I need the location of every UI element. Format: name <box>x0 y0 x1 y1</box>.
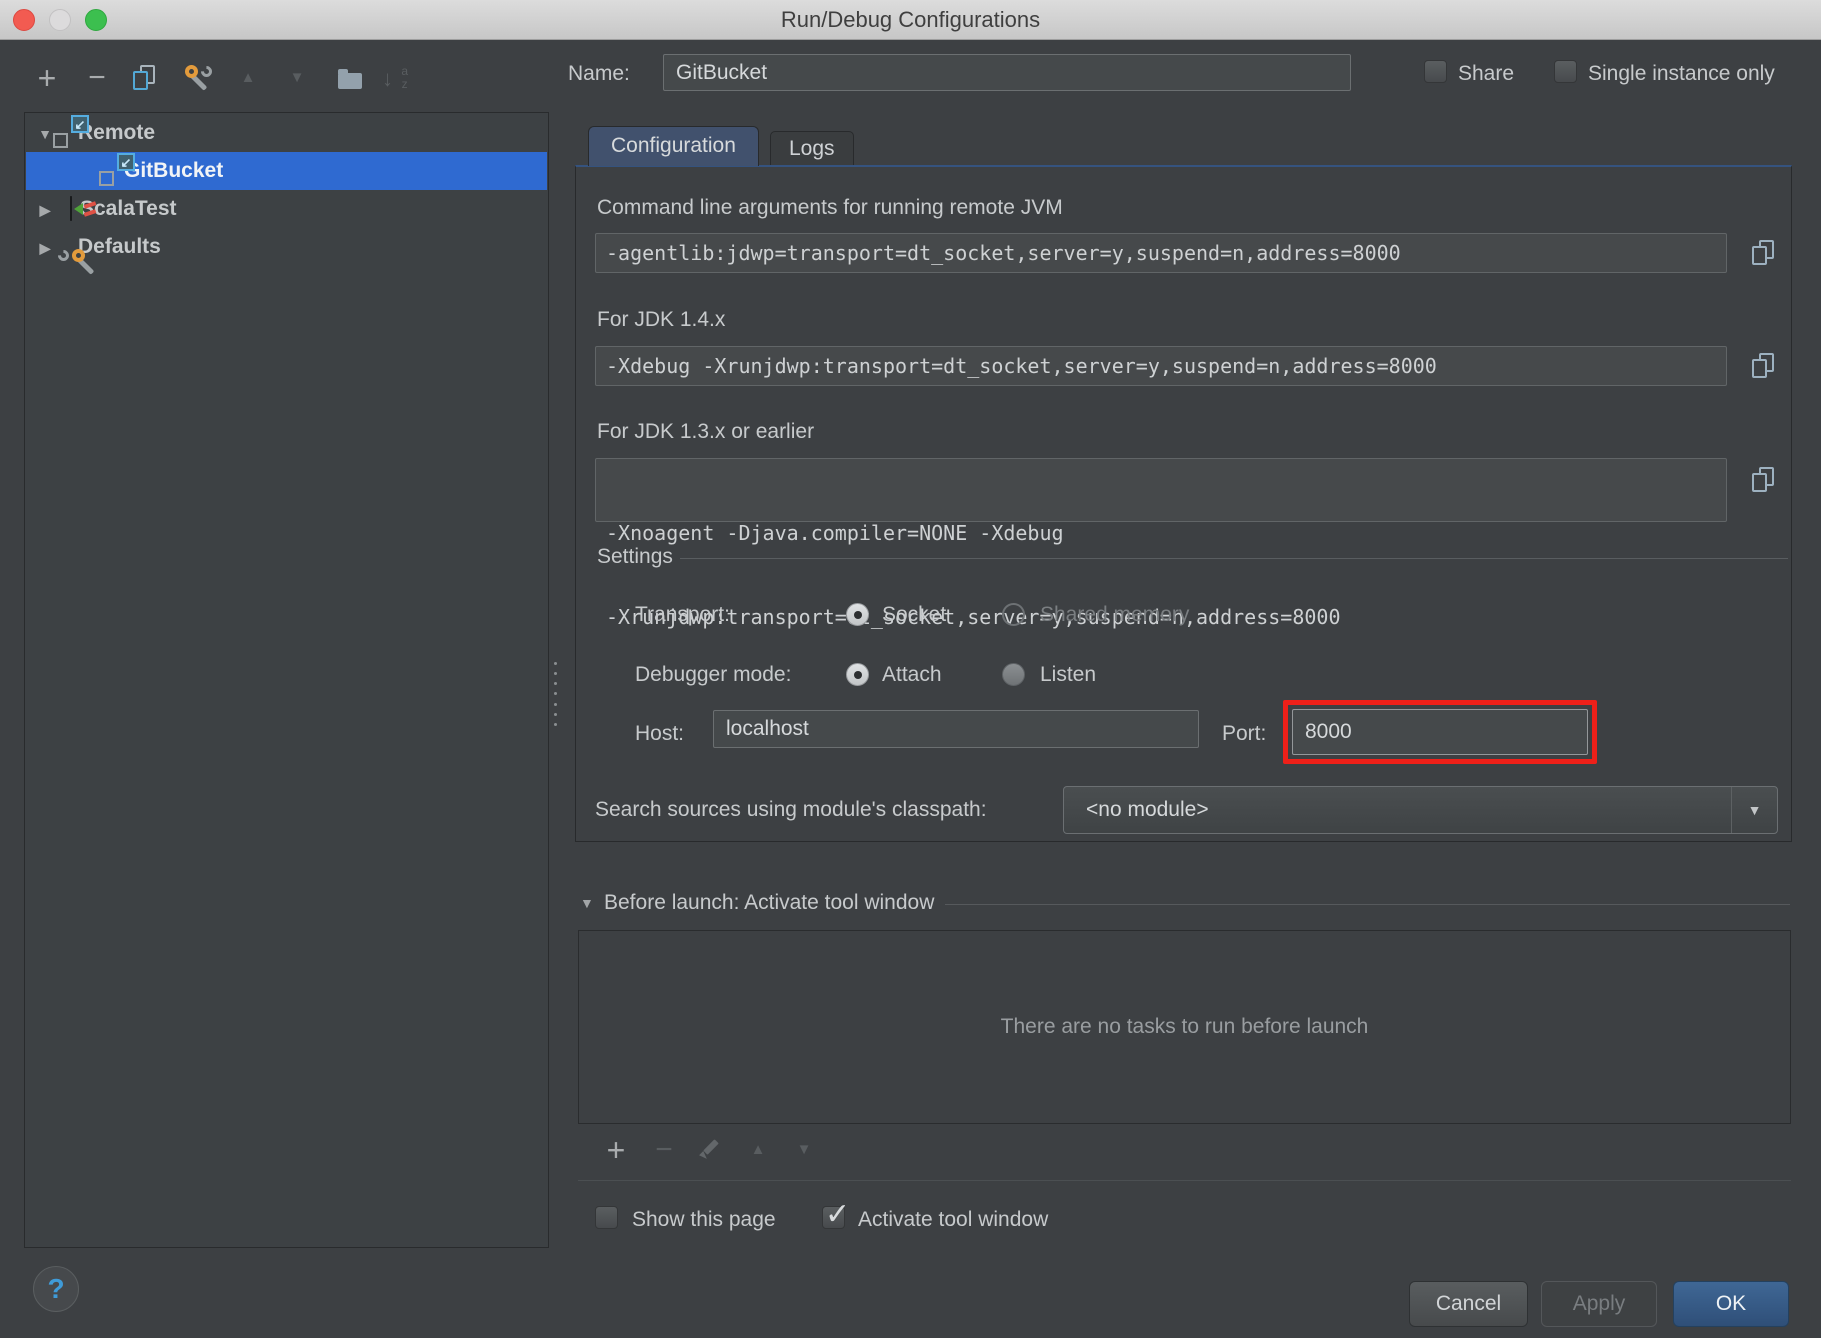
expand-collapse-icon[interactable] <box>32 235 58 259</box>
single-instance-label: Single instance only <box>1588 62 1775 86</box>
arrow-up-icon <box>751 1141 766 1159</box>
tree-item-defaults[interactable]: Defaults <box>26 228 547 266</box>
copy-configuration-button[interactable] <box>125 58 165 98</box>
tree-item-remote[interactable]: Remote <box>26 114 547 152</box>
show-this-page-label: Show this page <box>632 1208 776 1232</box>
apply-button[interactable]: Apply <box>1541 1281 1657 1327</box>
share-label: Share <box>1458 62 1514 86</box>
plus-icon <box>38 62 57 94</box>
before-launch-task-list: There are no tasks to run before launch <box>578 930 1791 1124</box>
minus-icon <box>88 63 106 93</box>
name-input[interactable]: GitBucket <box>663 54 1351 91</box>
arrow-down-icon <box>797 1141 812 1159</box>
sort-configurations-button[interactable]: a z <box>375 58 415 98</box>
scalatest-icon <box>70 197 72 221</box>
minimize-window-button[interactable] <box>49 9 71 31</box>
tree-item-scalatest[interactable]: ScalaTest <box>26 190 547 228</box>
expand-collapse-icon[interactable] <box>32 197 58 221</box>
show-this-page-checkbox[interactable] <box>595 1206 618 1229</box>
port-highlight-annotation <box>1283 700 1597 764</box>
empty-task-list-text: There are no tasks to run before launch <box>1001 1015 1369 1039</box>
tree-item-label: Defaults <box>78 235 161 259</box>
copy-icon <box>133 65 157 91</box>
close-window-button[interactable] <box>13 9 35 31</box>
pencil-icon <box>698 1138 722 1162</box>
tab-configuration[interactable]: Configuration <box>588 126 759 166</box>
add-task-button[interactable] <box>598 1132 634 1168</box>
wrench-gear-icon <box>183 63 213 93</box>
sort-az-icon: a z <box>381 64 409 92</box>
remove-configuration-button[interactable] <box>77 58 117 98</box>
sort-letter-a: a <box>401 64 408 78</box>
edit-defaults-button[interactable] <box>178 58 218 98</box>
move-task-down-button[interactable] <box>786 1132 822 1168</box>
window-title: Run/Debug Configurations <box>0 0 1821 40</box>
activate-tool-window-checkbox[interactable] <box>822 1206 845 1229</box>
activate-tool-window-label: Activate tool window <box>858 1208 1048 1232</box>
tree-item-label: GitBucket <box>124 159 223 183</box>
configuration-tab-panel <box>575 165 1792 842</box>
help-button[interactable]: ? <box>33 1266 79 1312</box>
move-task-up-button[interactable] <box>740 1132 776 1168</box>
move-down-button[interactable] <box>277 58 317 98</box>
tree-item-label: Remote <box>78 121 155 145</box>
task-toolbar-divider <box>578 1180 1791 1181</box>
cancel-button[interactable]: Cancel <box>1409 1281 1528 1327</box>
remove-task-button[interactable] <box>646 1132 682 1168</box>
before-launch-collapse-icon[interactable] <box>580 895 594 913</box>
configurations-tree: Remote GitBucket ScalaTest Defaults <box>24 112 549 1248</box>
tree-item-gitbucket[interactable]: GitBucket <box>26 152 547 190</box>
share-checkbox[interactable] <box>1424 60 1447 83</box>
add-configuration-button[interactable] <box>27 58 67 98</box>
panel-splitter-handle[interactable] <box>552 662 558 726</box>
move-up-button[interactable] <box>228 58 268 98</box>
run-debug-configurations-dialog: Run/Debug Configurations a z Remote <box>0 0 1821 1338</box>
arrow-up-icon <box>241 69 256 87</box>
plus-icon <box>607 1134 626 1166</box>
create-folder-button[interactable] <box>330 58 370 98</box>
ok-button[interactable]: OK <box>1673 1281 1789 1327</box>
before-launch-title: Before launch: Activate tool window <box>604 891 934 915</box>
minus-icon <box>655 1135 673 1165</box>
triangle-right-icon <box>40 235 51 258</box>
triangle-right-icon <box>40 197 51 220</box>
title-bar: Run/Debug Configurations <box>0 0 1821 40</box>
arrow-down-icon <box>290 69 305 87</box>
sort-letter-z: z <box>402 77 408 91</box>
folder-icon <box>338 73 362 89</box>
triangle-down-icon <box>38 121 52 144</box>
name-label: Name: <box>568 62 630 86</box>
single-instance-checkbox[interactable] <box>1554 60 1577 83</box>
tab-logs[interactable]: Logs <box>770 131 854 167</box>
zoom-window-button[interactable] <box>85 9 107 31</box>
edit-task-button[interactable] <box>692 1132 728 1168</box>
before-launch-divider <box>945 904 1790 905</box>
